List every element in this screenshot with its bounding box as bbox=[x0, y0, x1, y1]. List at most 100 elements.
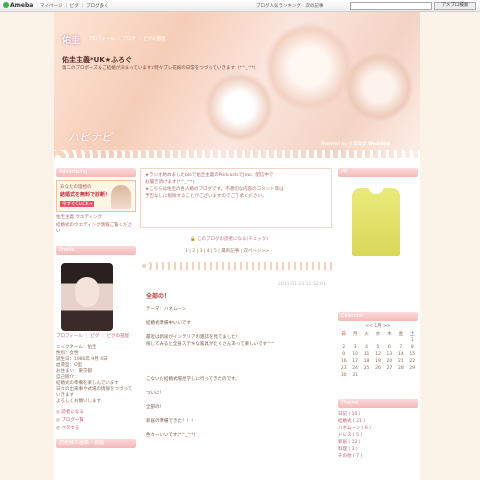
calendar-date[interactable]: 14 bbox=[395, 351, 406, 358]
calendar-month[interactable]: << 1月 >> bbox=[338, 323, 418, 330]
theme-item[interactable]: ドレス ( 5 ) bbox=[338, 432, 418, 439]
advertising-banner[interactable]: あなたの理想の 結婚式を無料で診断！ 今すぐCLICK→ bbox=[56, 180, 136, 212]
calendar-date[interactable]: 26 bbox=[372, 365, 383, 372]
calendar-date[interactable]: 19 bbox=[372, 358, 383, 365]
theme-item[interactable]: ハネムーン ( 6 ) bbox=[338, 425, 418, 432]
search-button[interactable]: アメブロ検索 bbox=[434, 2, 476, 10]
theme-item[interactable]: 結婚式 ( 21 ) bbox=[338, 418, 418, 425]
header-flower bbox=[264, 22, 354, 112]
calendar-date[interactable] bbox=[349, 337, 360, 344]
calendar-date[interactable]: 13 bbox=[384, 351, 395, 358]
blog-header: 佑圭 プロフィール ｜ ブログ ｜ ピグの部屋 佑圭主義*UK★ふろぐ 第二のプ… bbox=[54, 12, 420, 158]
calendar-date[interactable]: 30 bbox=[338, 372, 349, 379]
calendar-date[interactable] bbox=[395, 372, 406, 379]
adv-sub-link-1[interactable]: 佑圭主義 ウエディング bbox=[56, 214, 136, 220]
calendar-date[interactable]: 21 bbox=[395, 358, 406, 365]
profile-photo[interactable] bbox=[61, 263, 113, 331]
calendar-date[interactable]: 6 bbox=[384, 344, 395, 351]
blog-owner-name[interactable]: 佑圭 bbox=[62, 33, 80, 46]
calendar-day-header: 木 bbox=[387, 331, 392, 337]
entry-line: こないだ結婚式場見学しに行ってきたのです。 bbox=[146, 377, 240, 382]
powered-by[interactable]: Powered by ぐるなび Wedding bbox=[321, 141, 391, 147]
theme-item[interactable]: その他 ( 7 ) bbox=[338, 453, 418, 460]
entry-line bbox=[146, 348, 332, 355]
entry-title[interactable]: 全部の！ bbox=[146, 291, 170, 300]
reader-link[interactable]: ◎ 読者になる bbox=[56, 409, 136, 415]
calendar-date[interactable]: 16 bbox=[338, 358, 349, 365]
peta-link[interactable]: ◎ ペタする bbox=[56, 425, 136, 431]
adv-text-2: 結婚式を無料で診断！ bbox=[60, 192, 111, 198]
powered-brand: ぐるなび Wedding bbox=[348, 142, 391, 147]
pr-product-card[interactable] bbox=[338, 180, 418, 264]
calendar-table: 日 月 火 水 木 金 土 1 2345678 9 10 11 12 13 14 15 16… bbox=[338, 330, 418, 379]
calendar-date[interactable]: 28 bbox=[395, 365, 406, 372]
theme-list: 日記 ( 10 ) 結婚式 ( 21 ) ハネムーン ( 6 ) ドレス ( 5… bbox=[338, 411, 418, 460]
calendar-date[interactable] bbox=[384, 337, 395, 344]
calendar-date[interactable] bbox=[384, 372, 395, 379]
left-sub-header: 読者様の画像・動画 bbox=[56, 439, 136, 448]
calendar-date[interactable] bbox=[361, 372, 372, 379]
adv-sub-link-2[interactable]: 結婚式のウエディング情報ご覧ください bbox=[56, 222, 136, 234]
notice-line: お聞き頂けます(*^_^*) bbox=[145, 180, 195, 185]
calendar-date[interactable]: 22 bbox=[407, 358, 418, 365]
calendar-date[interactable] bbox=[361, 337, 372, 344]
calendar-date[interactable]: 10 bbox=[349, 351, 360, 358]
calendar-date[interactable]: 9 bbox=[338, 351, 349, 358]
calendar-date[interactable]: 27 bbox=[384, 365, 395, 372]
calendar-date[interactable]: 18 bbox=[361, 358, 372, 365]
adv-click-button[interactable]: 今すぐCLICK→ bbox=[60, 201, 95, 207]
calendar-date[interactable]: 11 bbox=[361, 351, 372, 358]
entry-line: 全部の！ bbox=[146, 405, 164, 410]
calendar-date[interactable]: 29 bbox=[407, 365, 418, 372]
calendar-date[interactable]: 17 bbox=[349, 358, 360, 365]
theme-item[interactable]: 日記 ( 10 ) bbox=[338, 411, 418, 418]
calendar-date[interactable]: 4 bbox=[361, 344, 372, 351]
entry-line: ついに！ bbox=[146, 391, 164, 396]
lace-border bbox=[54, 150, 420, 158]
blog-title[interactable]: 佑圭主義*UK★ふろぐ bbox=[62, 55, 132, 65]
calendar-date[interactable]: 20 bbox=[384, 358, 395, 365]
entry-line bbox=[146, 397, 332, 404]
adv-text-1: あなたの理想の bbox=[60, 185, 92, 190]
reader-subscribe-link[interactable]: 🔒 このブログの読者になる(チェック) bbox=[190, 236, 268, 242]
calendar-date[interactable]: 8 bbox=[407, 344, 418, 351]
right-sidebar: PR Calendar << 1月 >> 日 月 火 水 木 金 土 1 234… bbox=[338, 168, 418, 460]
top-ad-link[interactable]: ブログ人気ランキング 次の記事 bbox=[256, 3, 323, 9]
calendar-date[interactable]: 15 bbox=[407, 351, 418, 358]
entry-body: テーマ：ハネムーン 結婚式準備中いいです 最近は新居がインテリアの雑誌を見てまし… bbox=[146, 306, 332, 439]
header-flower bbox=[204, 72, 274, 142]
calendar-date[interactable]: 31 bbox=[349, 372, 360, 379]
theme-item[interactable]: 新居 ( 12 ) bbox=[338, 439, 418, 446]
top-bar: Ameba マイページ ｜ ピグ ｜ ブログ多く ブログ人気ランキング 次の記事… bbox=[0, 0, 480, 12]
advertising-header: Advertising bbox=[56, 168, 136, 177]
calendar-date[interactable]: 3 bbox=[349, 344, 360, 351]
calendar-date[interactable]: 2 bbox=[338, 344, 349, 351]
pager[interactable]: 1 | 2 | 3 | 4 | 5 | 最新記事 | 次ページ>> bbox=[185, 248, 269, 254]
search-input[interactable] bbox=[350, 2, 432, 10]
blog-list-link[interactable]: ◎ ブログ一覧 bbox=[56, 417, 136, 423]
calendar-date[interactable] bbox=[372, 337, 383, 344]
profile-links[interactable]: プロフィール ｜ ピグ ｜ ピグの部屋 bbox=[56, 333, 136, 339]
header-links[interactable]: プロフィール ｜ ブログ ｜ ピグの部屋 bbox=[88, 36, 166, 42]
entry-line: 結婚式準備中いいです bbox=[146, 321, 191, 326]
calendar-day-header: 土 bbox=[410, 331, 415, 337]
calendar-date[interactable]: 1 bbox=[407, 337, 418, 344]
calendar-date[interactable]: 5 bbox=[372, 344, 383, 351]
calendar-date[interactable]: 24 bbox=[349, 365, 360, 372]
entry-line bbox=[146, 411, 332, 418]
calendar-date[interactable]: 25 bbox=[361, 365, 372, 372]
calendar-date[interactable]: 12 bbox=[372, 351, 383, 358]
ameba-logo[interactable]: Ameba bbox=[3, 2, 33, 9]
calendar-day-header: 水 bbox=[375, 331, 381, 337]
calendar-date[interactable] bbox=[338, 337, 349, 344]
top-links[interactable]: マイページ ｜ ピグ ｜ ブログ多く bbox=[40, 3, 109, 9]
calendar-date[interactable] bbox=[372, 372, 383, 379]
calendar-date[interactable] bbox=[407, 372, 418, 379]
calendar-date[interactable]: 7 bbox=[395, 344, 406, 351]
pr-header: PR bbox=[338, 168, 418, 177]
calendar-date[interactable]: 23 bbox=[338, 365, 349, 372]
entry-line: 色々ーいいです(*^_^*) bbox=[146, 433, 196, 438]
theme-item[interactable]: 料理 ( 3 ) bbox=[338, 446, 418, 453]
profile-header: Profile bbox=[56, 246, 136, 255]
calendar-date[interactable] bbox=[395, 337, 406, 344]
